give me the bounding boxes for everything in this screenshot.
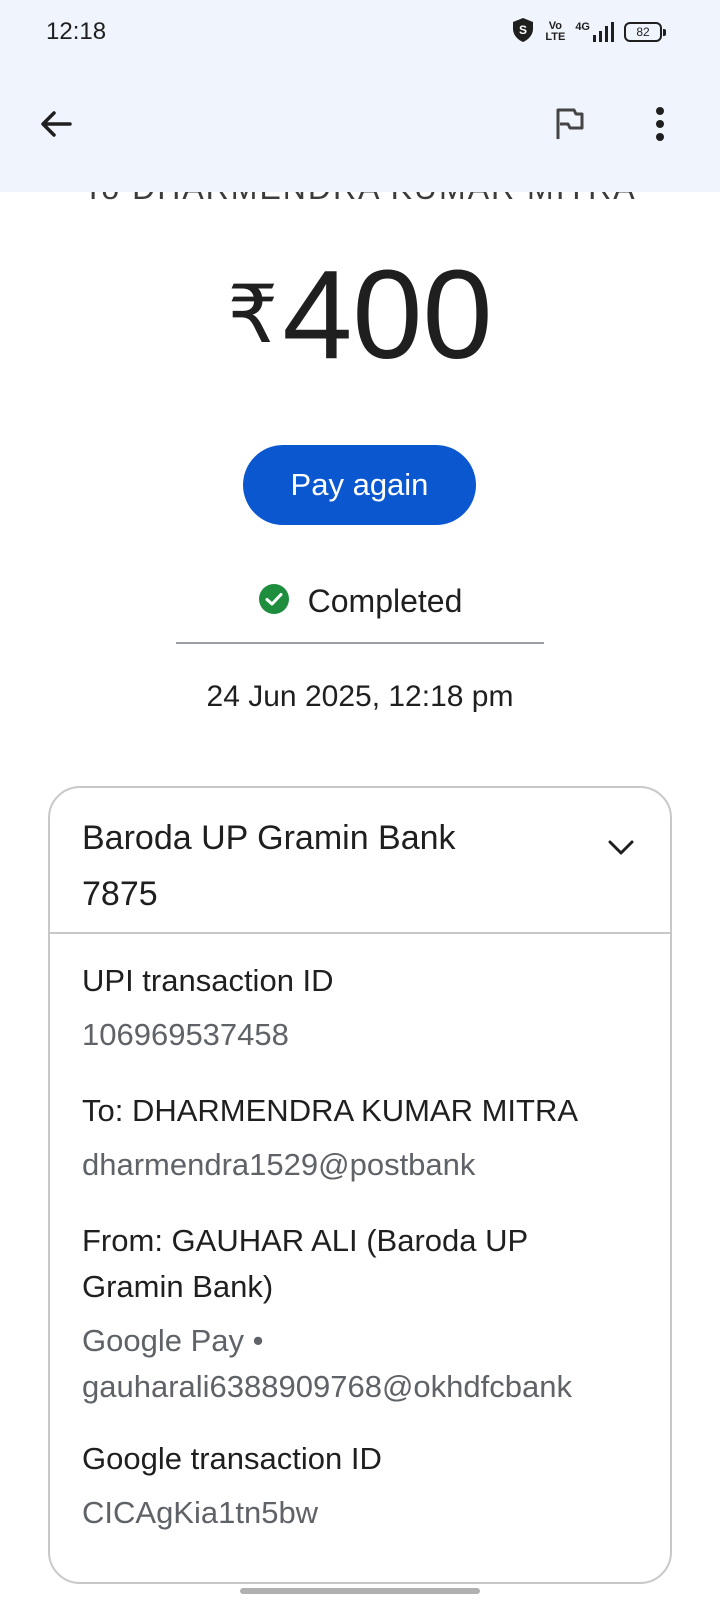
field-value: 106969537458 bbox=[82, 1017, 289, 1052]
google-transaction-id-field: Google transaction ID CICAgKia1tn5bw bbox=[82, 1436, 652, 1536]
upi-transaction-id-field: UPI transaction ID 106969537458 bbox=[82, 958, 652, 1058]
app-bar bbox=[0, 64, 720, 192]
status-time: 12:18 bbox=[46, 18, 107, 45]
more-vert-icon bbox=[655, 106, 665, 147]
chevron-down-icon[interactable] bbox=[608, 840, 634, 861]
transaction-details-card: Baroda UP Gramin Bank 7875 UPI transacti… bbox=[48, 786, 672, 1584]
bank-name: Baroda UP Gramin Bank bbox=[82, 819, 456, 857]
shield-icon: S bbox=[511, 17, 535, 48]
status-icons: S Vo LTE 4G 82 bbox=[511, 17, 666, 48]
home-indicator[interactable] bbox=[240, 1588, 480, 1594]
signal-icon: 4G bbox=[575, 21, 614, 43]
status-divider bbox=[176, 642, 544, 644]
account-suffix: 7875 bbox=[82, 875, 158, 913]
more-options-button[interactable] bbox=[640, 102, 680, 150]
report-button[interactable] bbox=[545, 102, 593, 150]
currency-symbol: ₹ bbox=[227, 270, 279, 359]
field-value: dharmendra1529@postbank bbox=[82, 1147, 476, 1182]
pay-again-button[interactable]: Pay again bbox=[243, 445, 476, 525]
recipient-header-text: To DHARMENDRA KUMAR MITRA bbox=[0, 192, 720, 206]
transaction-status: Completed bbox=[0, 583, 720, 620]
status-bar: 12:18 S Vo LTE 4G 82 bbox=[0, 0, 720, 64]
network-type: 4G bbox=[575, 21, 590, 33]
field-label: UPI transaction ID bbox=[82, 963, 334, 998]
to-field: To: DHARMENDRA KUMAR MITRA dharmendra152… bbox=[82, 1088, 652, 1188]
field-label: To: DHARMENDRA KUMAR MITRA bbox=[82, 1093, 579, 1128]
status-label: Completed bbox=[307, 583, 463, 619]
volte-icon: Vo LTE bbox=[545, 21, 565, 43]
transaction-datetime: 24 Jun 2025, 12:18 pm bbox=[206, 680, 514, 713]
field-value: CICAgKia1tn5bw bbox=[82, 1495, 319, 1530]
flag-icon bbox=[554, 107, 584, 146]
check-circle-icon bbox=[258, 583, 290, 620]
recipient-header-cutoff: To DHARMENDRA KUMAR MITRA bbox=[0, 192, 720, 206]
volte-bottom: LTE bbox=[545, 31, 566, 43]
from-field: From: GAUHAR ALI (Baroda UP Gramin Bank)… bbox=[82, 1218, 652, 1410]
field-value-line2: gauharali6388909768@okhdfcbank bbox=[82, 1369, 572, 1404]
back-button[interactable] bbox=[32, 102, 80, 150]
field-label: Google transaction ID bbox=[82, 1441, 382, 1476]
field-label-line1: From: GAUHAR ALI (Baroda UP bbox=[82, 1223, 529, 1258]
battery-icon: 82 bbox=[624, 22, 666, 42]
bank-account-header[interactable]: Baroda UP Gramin Bank 7875 bbox=[50, 788, 670, 934]
arrow-left-icon bbox=[38, 106, 74, 147]
amount-value: 400 bbox=[282, 244, 493, 385]
svg-text:S: S bbox=[519, 23, 527, 37]
field-label-line2: Gramin Bank) bbox=[82, 1269, 274, 1304]
field-value-line1: Google Pay • bbox=[82, 1323, 264, 1358]
amount: ₹ 400 bbox=[0, 250, 720, 380]
